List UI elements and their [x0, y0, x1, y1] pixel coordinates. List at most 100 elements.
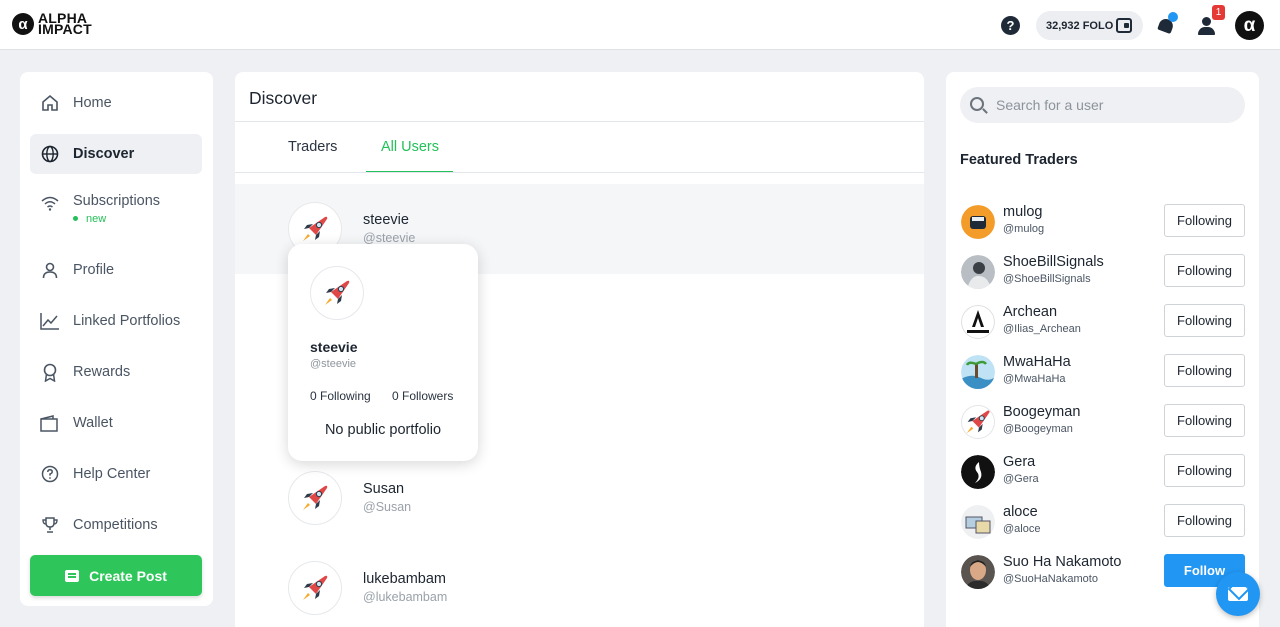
create-post-label: Create Post [89, 567, 167, 584]
notification-dot [1168, 12, 1178, 22]
featured-traders-panel: Featured Traders mulog @mulog Following … [946, 72, 1259, 627]
divider [235, 121, 924, 122]
divider [235, 172, 924, 173]
trader-row: Gera @Gera Following [960, 453, 1245, 493]
hover-card-handle: @steevie [310, 358, 357, 370]
notifications-button[interactable] [1156, 12, 1178, 36]
rocket-avatar-icon [288, 561, 342, 615]
trader-name[interactable]: Archean [1003, 304, 1057, 320]
search-icon [970, 97, 984, 111]
following-button[interactable]: Following [1164, 504, 1245, 537]
sidebar-item-label: Competitions [73, 517, 158, 533]
award-icon [40, 362, 60, 382]
rocket-avatar-icon[interactable] [310, 266, 364, 320]
trader-name[interactable]: Boogeyman [1003, 404, 1080, 420]
following-button[interactable]: Following [1164, 354, 1245, 387]
trader-row: aloce @aloce Following [960, 503, 1245, 543]
chart-icon [40, 311, 60, 331]
sidebar: Home Discover Subscriptions new Profile … [20, 72, 213, 606]
list-item[interactable]: Susan @Susan [235, 453, 924, 543]
following-button[interactable]: Following [1164, 454, 1245, 487]
sidebar-item-subscriptions[interactable]: Subscriptions new [30, 185, 202, 231]
avatar[interactable] [961, 255, 995, 289]
sidebar-item-rewards[interactable]: Rewards [30, 352, 202, 392]
sidebar-item-discover[interactable]: Discover [30, 134, 202, 174]
trader-handle: @ShoeBillSignals [1003, 273, 1091, 285]
sidebar-item-help-center[interactable]: Help Center [30, 454, 202, 494]
trader-name[interactable]: Gera [1003, 454, 1035, 470]
rocket-avatar-icon[interactable] [961, 405, 995, 439]
avatar[interactable] [961, 555, 995, 589]
avatar[interactable] [961, 305, 995, 339]
avatar[interactable] [961, 355, 995, 389]
following-button[interactable]: Following [1164, 204, 1245, 237]
new-badge: new [73, 213, 106, 225]
create-post-button[interactable]: Create Post [30, 555, 202, 596]
following-button[interactable]: Following [1164, 404, 1245, 437]
following-count[interactable]: 0 Following [310, 389, 371, 403]
trader-row: Archean @Ilias_Archean Following [960, 303, 1245, 343]
wallet-icon [40, 413, 60, 433]
list-item[interactable]: lukebambam @lukebambam [235, 543, 924, 627]
folo-balance-button[interactable]: 32,932 FOLO [1036, 11, 1143, 40]
trader-handle: @Ilias_Archean [1003, 323, 1081, 335]
trader-row: Boogeyman @Boogeyman Following [960, 403, 1245, 443]
user-hover-card: steevie @steevie 0 Following 0 Followers… [288, 244, 478, 461]
avatar[interactable] [961, 455, 995, 489]
trophy-icon [40, 515, 60, 535]
trader-row: ShoeBillSignals @ShoeBillSignals Followi… [960, 253, 1245, 293]
featured-traders-title: Featured Traders [960, 152, 1078, 168]
chat-button[interactable] [1216, 572, 1260, 616]
globe-icon [40, 144, 60, 164]
friend-requests-button[interactable]: 1 [1196, 5, 1225, 36]
user-handle: @Susan [363, 500, 412, 514]
sidebar-item-linked-portfolios[interactable]: Linked Portfolios [30, 301, 202, 341]
avatar[interactable] [961, 205, 995, 239]
sidebar-item-wallet[interactable]: Wallet [30, 403, 202, 443]
avatar[interactable] [961, 505, 995, 539]
user-handle: @lukebambam [363, 590, 448, 604]
sidebar-item-label: Help Center [73, 466, 151, 482]
trader-handle: @mulog [1003, 223, 1045, 235]
post-icon [65, 569, 80, 582]
sidebar-item-label: Subscriptions [73, 193, 161, 209]
trader-row: mulog @mulog Following [960, 203, 1245, 243]
folo-balance: 32,932 FOLO [1046, 19, 1114, 32]
sidebar-item-profile[interactable]: Profile [30, 250, 202, 290]
page-title: Discover [249, 88, 318, 108]
trader-name[interactable]: ShoeBillSignals [1003, 254, 1104, 270]
trader-name[interactable]: Suo Ha Nakamoto [1003, 554, 1121, 570]
home-icon [40, 93, 60, 113]
account-avatar[interactable]: α [1235, 11, 1264, 40]
sidebar-item-competitions[interactable]: Competitions [30, 505, 202, 545]
hover-card-name[interactable]: steevie [310, 339, 357, 355]
trader-row: MwaHaHa @MwaHaHa Following [960, 353, 1245, 393]
logo-mark: α [12, 13, 34, 35]
user-name: steevie [363, 212, 409, 228]
sidebar-item-label: Profile [73, 262, 115, 278]
sidebar-item-label: Discover [73, 146, 135, 162]
alpha-impact-logo[interactable]: α ALPHA IMPACT [12, 11, 92, 37]
logo-text-line2: IMPACT [38, 21, 92, 37]
tab-traders[interactable]: Traders [288, 139, 337, 155]
user-handle: @steevie [363, 231, 416, 245]
trader-name[interactable]: aloce [1003, 504, 1038, 520]
sidebar-item-label: Rewards [73, 364, 131, 380]
top-bar: α ALPHA IMPACT ? 32,932 FOLO 1 α [0, 0, 1280, 50]
logo-text: ALPHA IMPACT [38, 11, 92, 37]
followers-count[interactable]: 0 Followers [392, 389, 453, 403]
sidebar-item-home[interactable]: Home [30, 83, 202, 123]
trader-name[interactable]: MwaHaHa [1003, 354, 1071, 370]
notification-badge: 1 [1212, 5, 1225, 20]
trader-name[interactable]: mulog [1003, 204, 1043, 220]
rocket-avatar-icon [288, 471, 342, 525]
following-button[interactable]: Following [1164, 304, 1245, 337]
question-circle-icon[interactable]: ? [1001, 16, 1020, 35]
search-input[interactable] [996, 87, 1236, 123]
following-button[interactable]: Following [1164, 254, 1245, 287]
trader-row: Suo Ha Nakamoto @SuoHaNakamoto Follow [960, 553, 1245, 593]
sidebar-item-label: Home [73, 95, 112, 111]
user-search[interactable] [960, 87, 1245, 123]
new-badge-label: new [86, 213, 107, 225]
tab-all-users[interactable]: All Users [381, 139, 439, 155]
